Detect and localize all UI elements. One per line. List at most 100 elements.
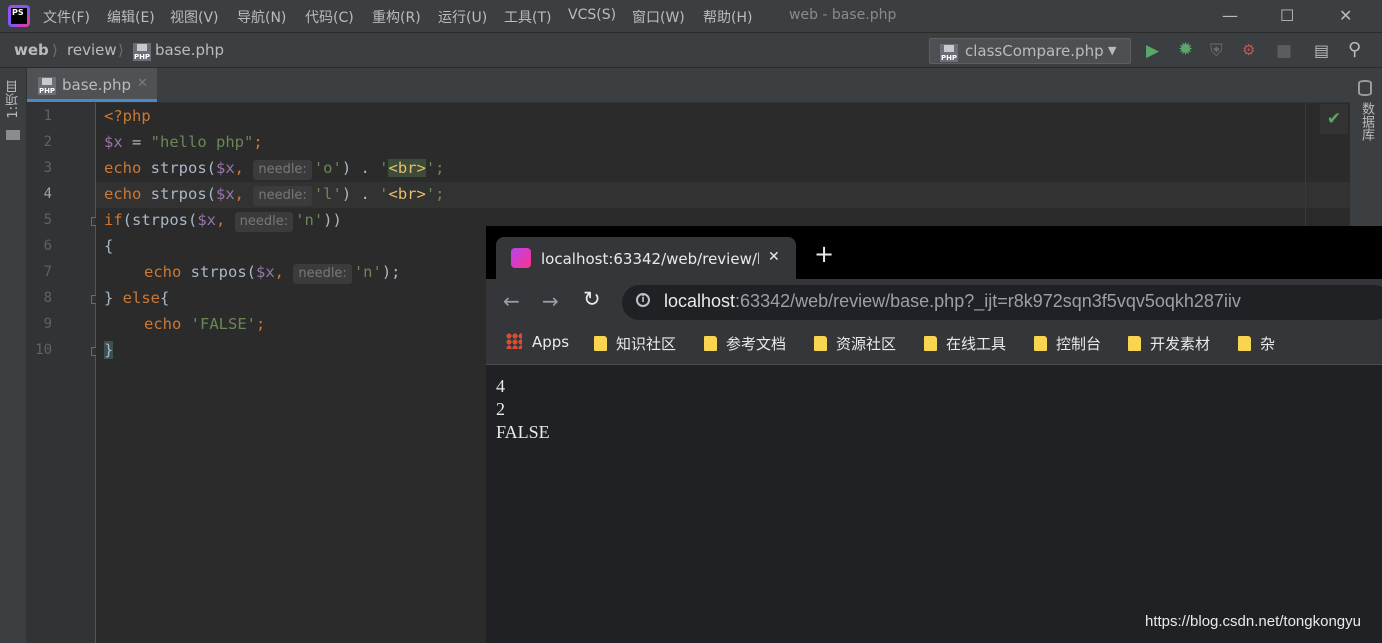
database-tool-button[interactable]: 数据库 [1357,102,1376,141]
code-line-7: echo strpos($x, needle:'n'); [144,259,400,285]
menu-view[interactable]: 视图(V) [170,7,219,27]
line-number: 6 [43,238,52,254]
editor-tabs-bar: PHP base.php ✕ [27,68,1350,103]
bookmarks-bar: Apps 知识社区 参考文档 资源社区 在线工具 控制台 开发素材 杂 [486,325,1382,365]
coverage-icon[interactable]: ⛨ [1210,41,1223,61]
bookmark-folder[interactable]: 知识社区 [594,333,676,354]
bookmark-folder[interactable]: 控制台 [1034,333,1101,354]
folder-icon [924,336,937,351]
php-file-icon: PHP [38,76,56,95]
code-line-8: } else{ [104,289,170,307]
new-tab-icon[interactable]: + [814,242,834,266]
info-icon[interactable]: i [636,293,650,307]
parameter-hint: needle: [253,186,312,206]
code-line-1: <?php [104,107,151,125]
parameter-hint: needle: [253,160,312,180]
minimize-icon[interactable]: — [1222,6,1238,25]
bookmark-folder[interactable]: 资源社区 [814,333,896,354]
line-number: 9 [43,316,52,332]
debug-icon[interactable]: ✹ [1178,39,1193,60]
editor-tab-label: base.php [62,76,132,94]
menu-refactor[interactable]: 重构(R) [372,7,421,27]
folder-icon [704,336,717,351]
php-file-icon: PHP [940,43,958,62]
forward-icon[interactable]: → [542,289,559,313]
code-line-3: echo strpos($x, needle:'o') . '<br>'; [104,155,444,181]
right-margin-guide [1305,103,1306,233]
profile-icon[interactable]: ⚙ [1242,41,1255,59]
browser-window: localhost:63342/web/review/b ✕ + ← → ↻ i… [486,226,1382,643]
apps-grid-icon [506,333,522,349]
url-text: localhost:63342/web/review/base.php?_ijt… [664,291,1241,311]
folder-icon [1238,336,1251,351]
code-line-6: { [104,237,114,255]
close-window-icon[interactable]: ✕ [1339,6,1352,25]
page-output-line: FALSE [496,422,550,442]
database-icon [1358,80,1372,96]
bookmark-folder[interactable]: 参考文档 [704,333,786,354]
left-tool-stripe: 1:项目 [0,68,27,643]
close-tab-icon[interactable]: ✕ [768,249,780,265]
chevron-down-icon: ▼ [1108,44,1117,57]
breadcrumb-file[interactable]: base.php [155,41,224,59]
bookmark-folder[interactable]: 在线工具 [924,333,1006,354]
address-bar[interactable]: i localhost:63342/web/review/base.php?_i… [622,285,1382,320]
editor-tab-base-php[interactable]: PHP base.php ✕ [27,68,157,102]
browser-tab-strip: localhost:63342/web/review/b ✕ + [486,226,1382,279]
breadcrumb-review[interactable]: review [67,41,117,59]
search-icon[interactable]: ⚲ [1348,39,1361,60]
line-number: 5 [43,212,52,228]
page-output-line: 4 [496,376,505,396]
folder-icon [814,336,827,351]
line-number: 10 [35,342,52,358]
menu-vcs[interactable]: VCS(S) [568,7,616,23]
terminal-icon[interactable]: ▤ [1314,41,1329,60]
editor-gutter: 1 2 3 4 5 6 7 8 9 10 [27,103,100,643]
folder-icon [6,130,20,140]
bookmark-folder[interactable]: 杂 [1238,333,1275,354]
run-icon[interactable]: ▶ [1146,41,1159,61]
page-output-line: 2 [496,399,505,419]
navigation-bar: web ⟩ review ⟩ PHP base.php PHP classCom… [0,32,1382,68]
php-file-icon: PHP [133,42,151,61]
watermark-text: https://blog.csdn.net/tongkongyu [1145,613,1361,630]
line-number: 2 [43,134,52,150]
menu-tools[interactable]: 工具(T) [504,7,551,27]
line-number: 4 [43,186,52,202]
browser-toolbar: ← → ↻ i localhost:63342/web/review/base.… [486,279,1382,325]
code-line-5: if(strpos($x, needle:'n')) [104,207,342,233]
back-icon[interactable]: ← [503,289,520,313]
line-number: 1 [43,108,52,124]
run-configuration-select[interactable]: PHP classCompare.php ▼ [929,38,1131,64]
chevron-right-icon: ⟩ [52,41,58,59]
logo-text: PS [11,8,27,24]
inspection-ok-icon[interactable]: ✔ [1320,104,1348,134]
bookmark-folder[interactable]: 开发素材 [1128,333,1210,354]
menu-run[interactable]: 运行(U) [438,7,487,27]
maximize-icon[interactable]: ☐ [1280,6,1294,25]
menu-navigate[interactable]: 导航(N) [237,7,286,27]
folder-icon [1034,336,1047,351]
browser-tab[interactable]: localhost:63342/web/review/b ✕ [496,237,796,279]
menu-code[interactable]: 代码(C) [305,7,354,27]
stop-icon[interactable]: ■ [1276,41,1292,61]
favicon-icon [511,248,531,268]
close-tab-icon[interactable]: ✕ [137,76,148,91]
line-number: 7 [43,264,52,280]
reload-icon[interactable]: ↻ [583,287,601,311]
code-line-2: $x = "hello php"; [104,133,263,151]
menu-window[interactable]: 窗口(W) [632,7,685,27]
window-title: web - base.php [789,7,897,23]
phpstorm-logo-icon: PS [8,5,30,27]
project-tool-button[interactable]: 1:项目 [4,80,23,119]
code-line-9: echo 'FALSE'; [144,315,266,333]
bookmark-apps[interactable]: Apps [506,333,569,351]
right-tool-stripe: 数据库 [1350,68,1382,228]
menu-edit[interactable]: 编辑(E) [107,7,155,27]
code-line-10: } [104,341,114,359]
title-bar: PS 文件(F) 编辑(E) 视图(V) 导航(N) 代码(C) 重构(R) 运… [0,0,1382,32]
menu-help[interactable]: 帮助(H) [703,7,752,27]
breadcrumb-web[interactable]: web [14,41,49,59]
code-line-4: echo strpos($x, needle:'l') . '<br>'; [104,181,444,207]
menu-file[interactable]: 文件(F) [43,7,90,27]
